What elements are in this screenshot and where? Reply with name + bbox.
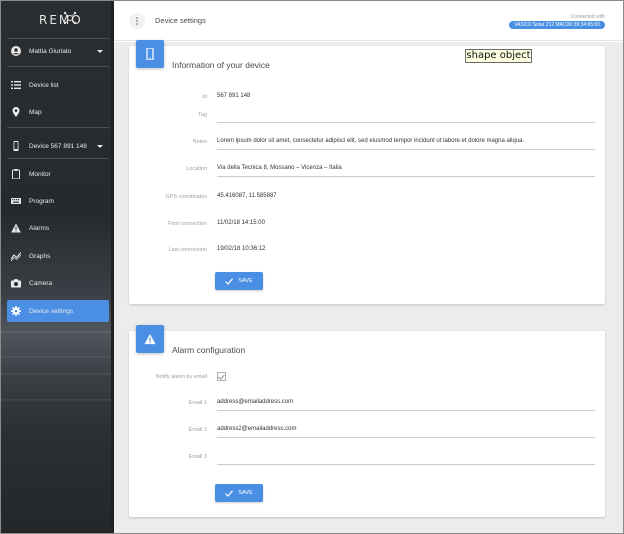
sidebar: REMO Mattia Giuriato Device list Map Dev… bbox=[1, 1, 114, 533]
field-last-connection: Last connection 19/02/18 10:36:12 bbox=[129, 244, 605, 258]
connected-device-badge: VASCO Solar 212 MAC00:39:34:65:00 bbox=[509, 21, 605, 29]
field-email-2[interactable]: Email 2 address2@emailaddress.com bbox=[129, 424, 605, 438]
sidebar-item-camera[interactable]: Camera bbox=[7, 272, 109, 294]
email-1-input[interactable]: address@emailaddress.com bbox=[217, 399, 293, 405]
sidebar-device-selector[interactable]: Device 567 891 148 bbox=[7, 135, 109, 157]
field-label: Email 3 bbox=[188, 454, 207, 460]
shape-object-overlay: shape object bbox=[465, 49, 532, 63]
field-label: GPS coordinates bbox=[165, 194, 207, 200]
gear-icon bbox=[11, 306, 21, 316]
sidebar-item-label: Graphs bbox=[29, 252, 51, 260]
logo-network-icon bbox=[63, 11, 77, 25]
check-icon bbox=[218, 373, 225, 380]
field-email-1[interactable]: Email 1 address@emailaddress.com bbox=[129, 397, 605, 411]
vertical-dots-icon bbox=[136, 17, 138, 25]
camera-icon bbox=[11, 278, 21, 288]
field-location[interactable]: Location Via della Tecnica 8, Mossano – … bbox=[129, 163, 605, 177]
sidebar-item-map[interactable]: Map bbox=[7, 101, 109, 123]
more-menu-button[interactable] bbox=[129, 13, 145, 29]
field-value: 11/02/18 14:15:00 bbox=[217, 220, 265, 226]
notify-email-checkbox[interactable] bbox=[217, 372, 226, 381]
sidebar-item-label: Alarms bbox=[29, 224, 50, 232]
connected-label: Connected with bbox=[570, 14, 605, 20]
top-header: Device settings Connected with VASCO Sol… bbox=[114, 1, 623, 41]
app-window: REMO Mattia Giuriato Device list Map Dev… bbox=[0, 0, 624, 534]
sidebar-item-label: Map bbox=[29, 108, 42, 116]
check-icon bbox=[225, 489, 234, 497]
graph-icon bbox=[11, 251, 21, 261]
notes-input[interactable]: Lorem ipsum dolor sit amet, consectetur … bbox=[217, 138, 524, 144]
sidebar-item-label: Device list bbox=[29, 81, 59, 89]
list-icon bbox=[11, 80, 21, 90]
field-label: Location bbox=[186, 166, 207, 172]
location-input[interactable]: Via della Tecnica 8, Mossano – Vicenza –… bbox=[217, 165, 342, 171]
field-label: Notify alarm by email bbox=[155, 374, 207, 380]
field-label: Email 1 bbox=[188, 400, 207, 406]
sidebar-item-label: Camera bbox=[29, 279, 53, 287]
field-value: 45.416087, 11.585887 bbox=[217, 193, 277, 199]
sidebar-item-label: Device settings bbox=[29, 307, 74, 315]
device-name: Device 567 891 148 bbox=[29, 142, 87, 150]
sidebar-item-label: Program bbox=[29, 197, 54, 205]
field-label: Tag bbox=[198, 112, 207, 118]
sidebar-item-program[interactable]: Program bbox=[7, 190, 109, 212]
save-button[interactable]: SAVE bbox=[215, 272, 263, 290]
field-label: Email 2 bbox=[188, 427, 207, 433]
phone-icon bbox=[11, 141, 21, 151]
keyboard-icon bbox=[11, 196, 21, 206]
page-title: Device settings bbox=[155, 16, 206, 25]
main-content: Information of your device Id 567 891 14… bbox=[114, 40, 623, 533]
warning-icon bbox=[11, 223, 21, 233]
alarm-config-card: Alarm configuration Notify alarm by emai… bbox=[129, 325, 605, 517]
sidebar-item-device-list[interactable]: Device list bbox=[7, 74, 109, 96]
sidebar-item-graphs[interactable]: Graphs bbox=[7, 245, 109, 267]
clipboard-icon bbox=[11, 169, 21, 179]
phone-icon bbox=[146, 48, 154, 60]
warning-icon bbox=[144, 333, 156, 345]
map-pin-icon bbox=[11, 107, 21, 117]
field-email-3[interactable]: Email 3 bbox=[129, 451, 605, 465]
field-id: Id 567 891 148 bbox=[129, 91, 605, 105]
field-label: Last connection bbox=[168, 247, 207, 253]
user-menu[interactable]: Mattia Giuriato bbox=[7, 40, 109, 62]
user-avatar-icon bbox=[11, 46, 21, 56]
device-info-card: Information of your device Id 567 891 14… bbox=[129, 40, 605, 304]
sidebar-item-label: Monitor bbox=[29, 170, 51, 178]
card-title: Information of your device bbox=[172, 60, 270, 70]
chevron-down-icon bbox=[97, 49, 103, 53]
field-notes[interactable]: Notes Lorem ipsum dolor sit amet, consec… bbox=[129, 136, 605, 150]
card-title: Alarm configuration bbox=[172, 345, 246, 355]
sidebar-item-device-settings[interactable]: Device settings bbox=[7, 300, 109, 322]
user-name: Mattia Giuriato bbox=[29, 47, 72, 55]
sidebar-item-alarms[interactable]: Alarms bbox=[7, 217, 109, 239]
chevron-down-icon bbox=[97, 144, 103, 148]
field-gps: GPS coordinates 45.416087, 11.585887 bbox=[129, 191, 605, 205]
check-icon bbox=[225, 277, 234, 285]
field-label: First connection bbox=[168, 221, 207, 227]
field-value: 567 891 148 bbox=[217, 93, 251, 99]
save-button[interactable]: SAVE bbox=[215, 484, 263, 502]
email-2-input[interactable]: address2@emailaddress.com bbox=[217, 426, 296, 432]
device-phone-badge bbox=[136, 40, 164, 68]
field-first-connection: First connection 11/02/18 14:15:00 bbox=[129, 218, 605, 232]
field-label: Notes bbox=[192, 139, 207, 145]
sidebar-item-monitor[interactable]: Monitor bbox=[7, 163, 109, 185]
alarm-badge bbox=[136, 325, 164, 353]
field-tag[interactable]: Tag bbox=[129, 109, 605, 123]
field-label: Id bbox=[202, 94, 207, 100]
field-notify-email: Notify alarm by email bbox=[129, 371, 605, 385]
field-value: 19/02/18 10:36:12 bbox=[217, 246, 266, 252]
